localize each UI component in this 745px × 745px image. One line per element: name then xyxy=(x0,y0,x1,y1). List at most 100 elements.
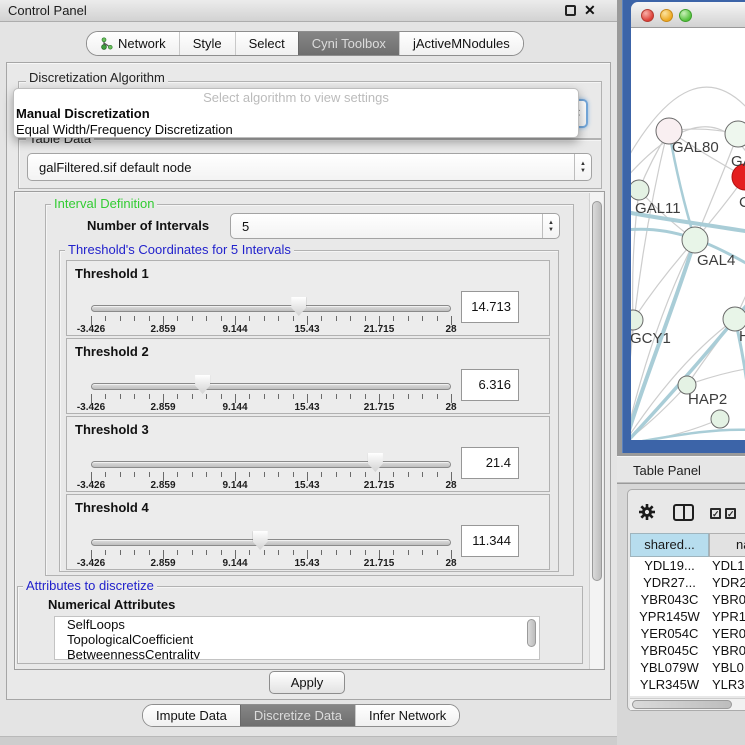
threshold-slider-handle[interactable] xyxy=(195,375,210,394)
gear-icon[interactable] xyxy=(639,504,655,520)
network-node[interactable] xyxy=(711,410,729,428)
number-of-intervals-combobox[interactable]: 5 ▲▼ xyxy=(230,213,560,239)
threshold-slider-track[interactable] xyxy=(91,539,451,546)
threshold-slider-track[interactable] xyxy=(91,383,451,390)
tab-label: Infer Network xyxy=(369,708,446,723)
close-icon[interactable]: ✕ xyxy=(584,2,596,19)
network-node[interactable] xyxy=(725,121,745,147)
network-node-label: GCY1 xyxy=(631,330,671,347)
bottom-tab-infer-network[interactable]: Infer Network xyxy=(355,705,459,726)
network-edge[interactable] xyxy=(631,133,667,440)
slider-tick-label: 9.144 xyxy=(213,480,257,491)
slider-tick xyxy=(192,394,193,399)
table-row[interactable]: YDR27...YDR2 xyxy=(630,574,745,591)
slider-tick xyxy=(350,472,351,477)
list-scrollbar-thumb[interactable] xyxy=(527,619,536,647)
network-node[interactable] xyxy=(631,310,643,330)
table-row[interactable]: YDL19...YDL1 xyxy=(630,557,745,574)
threshold-slider-handle[interactable] xyxy=(253,531,268,550)
attribute-list-item[interactable]: TopologicalCoefficient xyxy=(55,632,539,647)
screen: Control Panel ✕ NetworkStyleSelectCyni T… xyxy=(0,0,745,745)
slider-tick xyxy=(221,316,222,321)
threshold-1-panel: Threshold 1-3.4262.8599.14415.4321.71528… xyxy=(66,260,550,336)
minimize-traffic-light-icon[interactable] xyxy=(660,9,673,22)
tab-network[interactable]: Network xyxy=(87,32,179,55)
slider-tick xyxy=(149,316,150,321)
tab-jactivemnodules[interactable]: jActiveMNodules xyxy=(399,32,523,55)
table-header-cell[interactable]: na xyxy=(709,533,745,557)
network-node-label: GAL4 xyxy=(697,252,735,269)
split-columns-icon[interactable] xyxy=(673,504,694,521)
table-data-value: galFiltered.sif default node xyxy=(28,160,574,175)
table-cell: YER054C xyxy=(630,625,709,642)
horizontal-scrollbar[interactable] xyxy=(630,698,745,710)
tab-label: Select xyxy=(249,36,285,51)
table-row[interactable]: YIL052CYIL0 xyxy=(630,693,745,696)
slider-tick xyxy=(206,472,207,477)
slider-tick xyxy=(249,394,250,399)
horizontal-scrollbar-thumb[interactable] xyxy=(632,700,732,709)
slider-tick xyxy=(192,472,193,477)
threshold-slider-track[interactable] xyxy=(91,305,451,312)
table-row[interactable]: YLR345WYLR3 xyxy=(630,676,745,693)
tab-select[interactable]: Select xyxy=(235,32,298,55)
vertical-scrollbar-thumb[interactable] xyxy=(592,201,602,581)
checkbox-icon[interactable]: ✓ xyxy=(725,508,736,519)
table-cell: YPR145W xyxy=(630,608,709,625)
table-cell: YDL19... xyxy=(630,557,709,574)
network-node[interactable] xyxy=(631,180,649,200)
tab-style[interactable]: Style xyxy=(179,32,235,55)
algorithm-option-manual[interactable]: Manual Discretization xyxy=(14,106,578,122)
threshold-label: Threshold 2 xyxy=(75,344,149,359)
table-cell: YBR043C xyxy=(630,591,709,608)
table-row[interactable]: YPR145WYPR1 xyxy=(630,608,745,625)
close-traffic-light-icon[interactable] xyxy=(641,9,654,22)
slider-tick xyxy=(264,316,265,321)
network-canvas[interactable]: GAL80GAGAL11CGAL4GCY1HHAP2 xyxy=(631,28,745,440)
numerical-attributes-list[interactable]: SelfLoopsTopologicalCoefficientBetweenne… xyxy=(54,616,540,660)
slider-tick-label: 28 xyxy=(429,558,473,569)
table-row[interactable]: YBR043CYBR0 xyxy=(630,591,745,608)
attribute-list-item[interactable]: SelfLoops xyxy=(55,617,539,632)
apply-button[interactable]: Apply xyxy=(269,671,345,694)
slider-tick xyxy=(278,316,279,321)
algorithm-option-equal-width[interactable]: Equal Width/Frequency Discretization xyxy=(14,122,578,138)
slider-tick xyxy=(437,550,438,555)
threshold-value-field[interactable]: 6.316 xyxy=(461,369,519,401)
slider-tick xyxy=(365,550,366,555)
table-row[interactable]: YER054CYER0 xyxy=(630,625,745,642)
network-edge[interactable] xyxy=(633,240,695,320)
table-data-combobox[interactable]: galFiltered.sif default node ▲▼ xyxy=(27,153,592,181)
table-header-cell[interactable]: shared... xyxy=(630,533,709,557)
table-cell: YDR2 xyxy=(709,574,745,591)
threshold-value-field[interactable]: 11.344 xyxy=(461,525,519,557)
vertical-scrollbar[interactable] xyxy=(589,193,603,669)
network-node[interactable] xyxy=(682,227,708,253)
float-window-icon[interactable] xyxy=(565,5,576,16)
network-node-label: HAP2 xyxy=(688,391,727,408)
tab-label: Cyni Toolbox xyxy=(312,36,386,51)
algorithm-placeholder-option[interactable]: Select algorithm to view settings xyxy=(14,89,578,106)
bottom-tab-discretize-data[interactable]: Discretize Data xyxy=(240,705,355,726)
bottom-tab-impute-data[interactable]: Impute Data xyxy=(143,705,240,726)
threshold-value-field[interactable]: 21.4 xyxy=(461,447,519,479)
threshold-3-panel: Threshold 3-3.4262.8599.14415.4321.71528… xyxy=(66,416,550,492)
slider-tick xyxy=(134,550,135,555)
threshold-value-field[interactable]: 14.713 xyxy=(461,291,519,323)
tab-cyni-toolbox[interactable]: Cyni Toolbox xyxy=(298,32,399,55)
threshold-slider-handle[interactable] xyxy=(368,453,383,472)
slider-tick xyxy=(408,550,409,555)
table-row[interactable]: YBR045CYBR0 xyxy=(630,642,745,659)
zoom-traffic-light-icon[interactable] xyxy=(679,9,692,22)
table-cell: YBR0 xyxy=(709,642,745,659)
checkbox-icon[interactable]: ✓ xyxy=(710,508,721,519)
slider-tick-label: -3.426 xyxy=(69,558,113,569)
slider-tick xyxy=(437,394,438,399)
numerical-attributes-label: Numerical Attributes xyxy=(48,597,175,612)
table-row[interactable]: YBL079WYBL0 xyxy=(630,659,745,676)
threshold-slider-track[interactable] xyxy=(91,461,451,468)
slider-tick xyxy=(408,472,409,477)
slider-tick xyxy=(336,550,337,555)
threshold-slider-handle[interactable] xyxy=(291,297,306,316)
attribute-list-item[interactable]: BetweennessCentrality xyxy=(55,647,539,660)
